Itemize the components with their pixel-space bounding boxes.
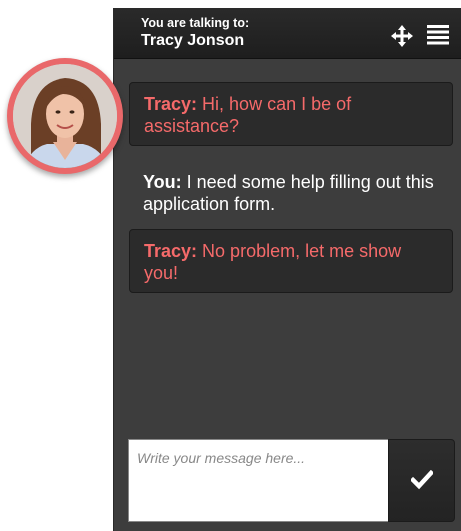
message-composer (128, 439, 455, 522)
message-sender: You: (143, 172, 182, 192)
agent-avatar-photo (13, 64, 117, 168)
message-user: You: I need some help filling out this a… (129, 161, 453, 221)
message-sender: Tracy: (144, 94, 198, 114)
message-text: I need some help filling out this applic… (143, 172, 434, 214)
chat-header[interactable]: You are talking to: Tracy Jonson (114, 8, 461, 59)
send-button[interactable] (388, 439, 455, 522)
chat-widget: You are talking to: Tracy Jonson Tracy: … (0, 0, 461, 531)
agent-avatar (7, 58, 123, 174)
hamburger-menu-icon[interactable] (427, 25, 449, 45)
chat-panel: You are talking to: Tracy Jonson Tracy: … (113, 8, 461, 531)
message-input[interactable] (128, 439, 388, 522)
message-agent: Tracy: No problem, let me show you! (129, 229, 453, 293)
talking-to-label: You are talking to: (141, 16, 250, 30)
message-agent: Tracy: Hi, how can I be of assistance? (129, 82, 453, 146)
move-arrows-icon[interactable] (391, 25, 413, 47)
message-sender: Tracy: (144, 241, 198, 261)
agent-name: Tracy Jonson (141, 32, 245, 49)
checkmark-icon (411, 470, 433, 490)
